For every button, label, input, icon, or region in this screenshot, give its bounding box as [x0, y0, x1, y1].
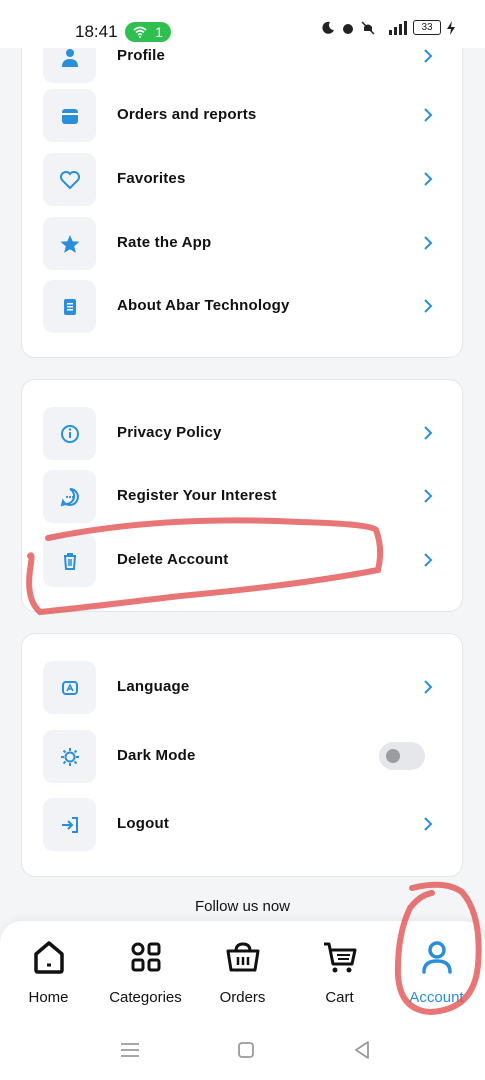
toggle-knob — [386, 749, 400, 763]
signal-icon — [389, 20, 407, 35]
menu-item-label: Favorites — [117, 170, 186, 187]
account-menu-card: Profile Orders and reports Favorites Rat… — [21, 0, 463, 358]
menu-item-label: Logout — [117, 815, 170, 832]
trash-icon — [43, 534, 96, 587]
chevron-right-icon — [424, 553, 433, 567]
menu-item-orders[interactable]: Orders and reports — [22, 89, 462, 153]
translate-icon — [43, 661, 96, 714]
menu-item-label: Privacy Policy — [117, 424, 222, 441]
chevron-right-icon — [424, 236, 433, 250]
nav-label: Orders — [219, 989, 266, 1006]
chevron-right-icon — [424, 108, 433, 122]
nav-label: Account — [409, 989, 464, 1006]
moon-icon — [322, 21, 334, 34]
battery-level: 33 — [421, 22, 433, 33]
follow-us-text: Follow us now — [194, 898, 291, 915]
account-icon — [421, 941, 452, 974]
nav-orders[interactable]: Orders — [194, 937, 291, 1006]
system-navigation-bar — [0, 1020, 485, 1080]
document-icon — [43, 280, 96, 333]
logout-icon — [43, 798, 96, 851]
wifi-icon — [133, 26, 147, 38]
dark-mode-toggle[interactable] — [379, 742, 425, 770]
chevron-right-icon — [424, 426, 433, 440]
categories-icon — [131, 942, 160, 972]
nav-categories[interactable]: Categories — [97, 937, 194, 1006]
mute-icon — [361, 20, 375, 35]
menu-item-label: Profile — [117, 47, 166, 64]
basket-icon — [226, 942, 259, 972]
chevron-right-icon — [424, 49, 433, 63]
chevron-right-icon — [424, 172, 433, 186]
nav-account[interactable]: Account — [388, 937, 485, 1006]
nav-label: Categories — [109, 989, 182, 1006]
chevron-right-icon — [424, 680, 433, 694]
menu-item-about[interactable]: About Abar Technology — [22, 280, 462, 344]
recents-icon[interactable] — [118, 1038, 142, 1062]
legal-menu-card: Privacy Policy Register Your Interest De… — [21, 379, 463, 612]
menu-item-privacy-policy[interactable]: Privacy Policy — [22, 407, 462, 471]
sun-icon — [43, 730, 96, 783]
home-button-icon[interactable] — [234, 1038, 258, 1062]
info-icon — [43, 407, 96, 460]
nav-cart[interactable]: Cart — [291, 937, 388, 1006]
settings-menu-card: Language Dark Mode Logout — [21, 633, 463, 877]
menu-item-favorites[interactable]: Favorites — [22, 153, 462, 217]
status-bar: 18:41 1 33 — [0, 0, 485, 48]
alarm-icon — [343, 23, 353, 34]
menu-item-register-interest[interactable]: Register Your Interest — [22, 470, 462, 534]
menu-item-rate-app[interactable]: Rate the App — [22, 217, 462, 281]
chat-icon — [43, 470, 96, 523]
status-icons: 33 — [321, 20, 455, 35]
chevron-right-icon — [424, 489, 433, 503]
menu-item-label: Dark Mode — [117, 747, 196, 764]
wifi-badge: 1 — [125, 22, 171, 42]
menu-item-label: Delete Account — [117, 551, 229, 568]
nav-home[interactable]: Home — [0, 937, 97, 1006]
nav-label: Cart — [325, 989, 354, 1006]
charging-icon — [447, 20, 455, 35]
star-icon — [43, 217, 96, 270]
battery-icon: 33 — [413, 20, 441, 35]
bottom-navigation: Home Categories Orders Cart Account — [0, 921, 485, 1020]
menu-item-label: Language — [117, 678, 190, 695]
heart-icon — [43, 153, 96, 206]
menu-item-logout[interactable]: Logout — [22, 798, 462, 862]
menu-item-label: Register Your Interest — [117, 487, 277, 504]
menu-item-label: Rate the App — [117, 234, 212, 251]
menu-item-dark-mode: Dark Mode — [22, 730, 462, 794]
wifi-count: 1 — [155, 24, 163, 40]
home-icon — [33, 941, 64, 974]
menu-item-language[interactable]: Language — [22, 661, 462, 725]
cart-icon — [323, 942, 356, 973]
back-icon[interactable] — [350, 1038, 374, 1062]
menu-item-label: About Abar Technology — [117, 297, 290, 314]
chevron-right-icon — [424, 299, 433, 313]
nav-label: Home — [28, 989, 69, 1006]
wallet-icon — [43, 89, 96, 142]
status-time: 18:41 — [75, 22, 118, 41]
chevron-right-icon — [424, 817, 433, 831]
menu-item-label: Orders and reports — [117, 106, 257, 123]
menu-item-delete-account[interactable]: Delete Account — [22, 534, 462, 598]
